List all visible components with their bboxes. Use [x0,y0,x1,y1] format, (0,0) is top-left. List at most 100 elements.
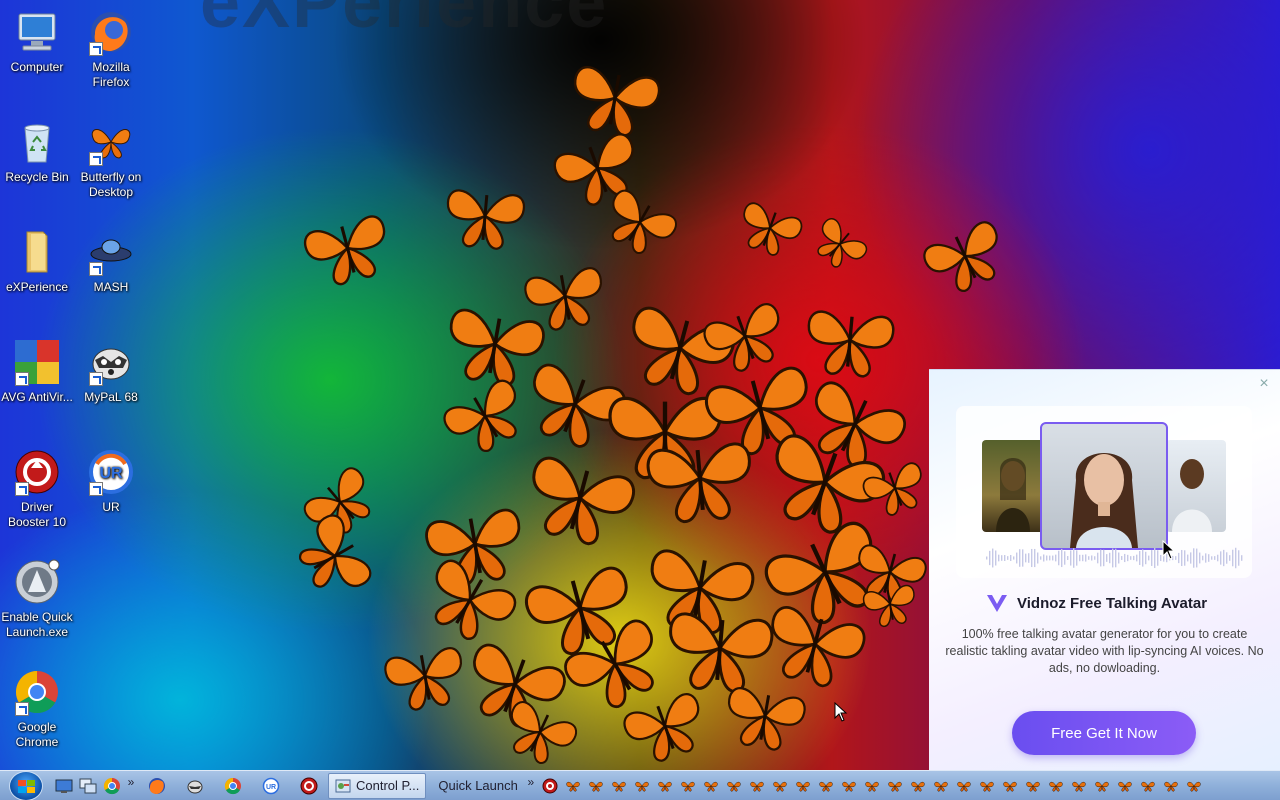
quick-launch-overflow-icon[interactable]: » [124,775,138,789]
audio-waveform-icon [986,547,1243,569]
tray-butterfly-icon[interactable] [677,773,700,799]
toolbar-overflow-icon[interactable]: » [524,775,538,789]
desktop-icon-experience-folder[interactable]: eXPerience [0,228,74,295]
butterfly-decoration [500,700,580,765]
desktop-icon-butterfly[interactable]: Butterfly on Desktop [74,118,148,200]
tray-butterfly-icon[interactable] [1091,773,1114,799]
butterfly-decoration [920,220,1010,293]
tray-butterfly-icon[interactable] [953,773,976,799]
window-switcher-icon[interactable] [77,775,99,797]
tray-butterfly-icon[interactable] [930,773,953,799]
chrome-icon [13,668,61,716]
butterfly-icon [87,118,135,166]
desktop-icon-ur[interactable]: UR UR [74,448,148,515]
butterfly-decoration [700,360,820,456]
taskbar-ur-icon[interactable]: UR [252,773,290,799]
tray-butterfly-icon[interactable] [723,773,746,799]
butterfly-decoration [560,619,670,708]
desktop-icon-enable-quick-launch[interactable]: Enable Quick Launch.exe [0,558,74,640]
butterfly-decoration [300,210,395,286]
butterfly-decoration [760,520,890,625]
butterfly-decoration [810,218,870,268]
tray-butterfly-icon[interactable] [769,773,792,799]
taskbar-mypal-icon[interactable] [176,773,214,799]
butterfly-decoration [735,200,805,256]
icon-label: eXPerience [5,280,69,294]
shortcut-arrow-icon [89,152,103,166]
avatar-thumbnail-man [1166,440,1226,532]
tray-butterfly-icon[interactable] [1045,773,1068,799]
driver-booster-icon [13,448,61,496]
shortcut-arrow-icon [89,262,103,276]
popup-title: Vidnoz Free Talking Avatar [1017,594,1208,612]
svg-text:UR: UR [99,465,123,482]
free-get-it-now-button[interactable]: Free Get It Now [1012,711,1196,755]
tray-butterfly-icon[interactable] [1183,773,1206,799]
tray-butterfly-icon[interactable] [1137,773,1160,799]
taskbar-firefox-icon[interactable] [138,773,176,799]
tray-butterfly-icon[interactable] [838,773,861,799]
desktop-icon-mypal[interactable]: MyPaL 68 [74,338,148,405]
tray-butterfly-icon[interactable] [861,773,884,799]
avatar-thumbnail-mona-lisa [982,440,1044,532]
desktop-icon-chrome[interactable]: Google Chrome [0,668,74,750]
desktop-icon-firefox[interactable]: Mozilla Firefox [74,8,148,90]
icon-label: Driver Booster 10 [7,500,67,529]
tray-butterfly-icon[interactable] [815,773,838,799]
desktop-icon-avg[interactable]: AVG AntiVir... [0,338,74,405]
tray-butterfly-icon[interactable] [907,773,930,799]
tray-butterfly-icon[interactable] [700,773,723,799]
shortcut-arrow-icon [15,372,29,386]
desktop-icon-computer[interactable]: Computer [0,8,74,75]
quick-launch-toolbar-label[interactable]: Quick Launch [432,773,524,799]
butterfly-tray-icons [562,773,1206,799]
tray-butterfly-icon[interactable] [1068,773,1091,799]
tray-butterfly-icon[interactable] [884,773,907,799]
butterfly-decoration [520,450,640,546]
ur-browser-icon: UR [87,448,135,496]
tray-butterfly-icon[interactable] [1114,773,1137,799]
tray-butterfly-icon[interactable] [631,773,654,799]
butterfly-decoration [760,430,890,534]
taskbar-driver-booster-icon[interactable] [290,773,328,799]
taskbar-control-panel-button[interactable]: Control P... [328,772,427,799]
butterfly-decoration [800,300,900,380]
icon-label: Butterfly on Desktop [80,170,142,199]
start-button[interactable] [0,770,52,800]
taskbar-chrome-icon[interactable] [214,773,252,799]
shortcut-arrow-icon [15,702,29,716]
desktop-icon-recycle-bin[interactable]: Recycle Bin [0,118,74,185]
tray-butterfly-icon[interactable] [746,773,769,799]
desktop-icon-driver-booster[interactable]: Driver Booster 10 [0,448,74,530]
avatar-preview [956,406,1252,578]
avatar-main-woman [1040,422,1168,550]
butterfly-decoration [700,300,790,372]
butterfly-decoration [520,560,640,656]
tray-butterfly-icon[interactable] [1160,773,1183,799]
chrome-quicklaunch-icon[interactable] [101,775,123,797]
quick-launch-icon [13,558,61,606]
tray-butterfly-icon[interactable] [792,773,815,799]
tray-butterfly-icon[interactable] [1022,773,1045,799]
tray-driver-booster-icon[interactable] [538,773,562,799]
icon-label: Recycle Bin [5,170,69,184]
tray-butterfly-icon[interactable] [562,773,585,799]
vidnoz-logo-icon [987,595,1007,612]
taskbar-button-label: Control P... [356,778,420,793]
tray-butterfly-icon[interactable] [585,773,608,799]
desktop-icon-mash[interactable]: MASH [74,228,148,295]
butterfly-decoration [620,690,710,762]
tray-butterfly-icon[interactable] [976,773,999,799]
show-desktop-icon[interactable] [53,775,75,797]
butterfly-decoration [420,559,520,640]
mouse-cursor-icon [1162,540,1176,560]
close-icon[interactable]: × [1256,376,1272,392]
toolbar-label: Quick Launch [438,778,518,793]
butterfly-decoration [440,180,530,252]
butterfly-decoration [800,380,910,469]
tray-butterfly-icon[interactable] [654,773,677,799]
butterfly-decoration [290,514,380,592]
tray-butterfly-icon[interactable] [999,773,1022,799]
taskbar: » UR Control P... Quick Launch » [0,770,1280,800]
tray-butterfly-icon[interactable] [608,773,631,799]
